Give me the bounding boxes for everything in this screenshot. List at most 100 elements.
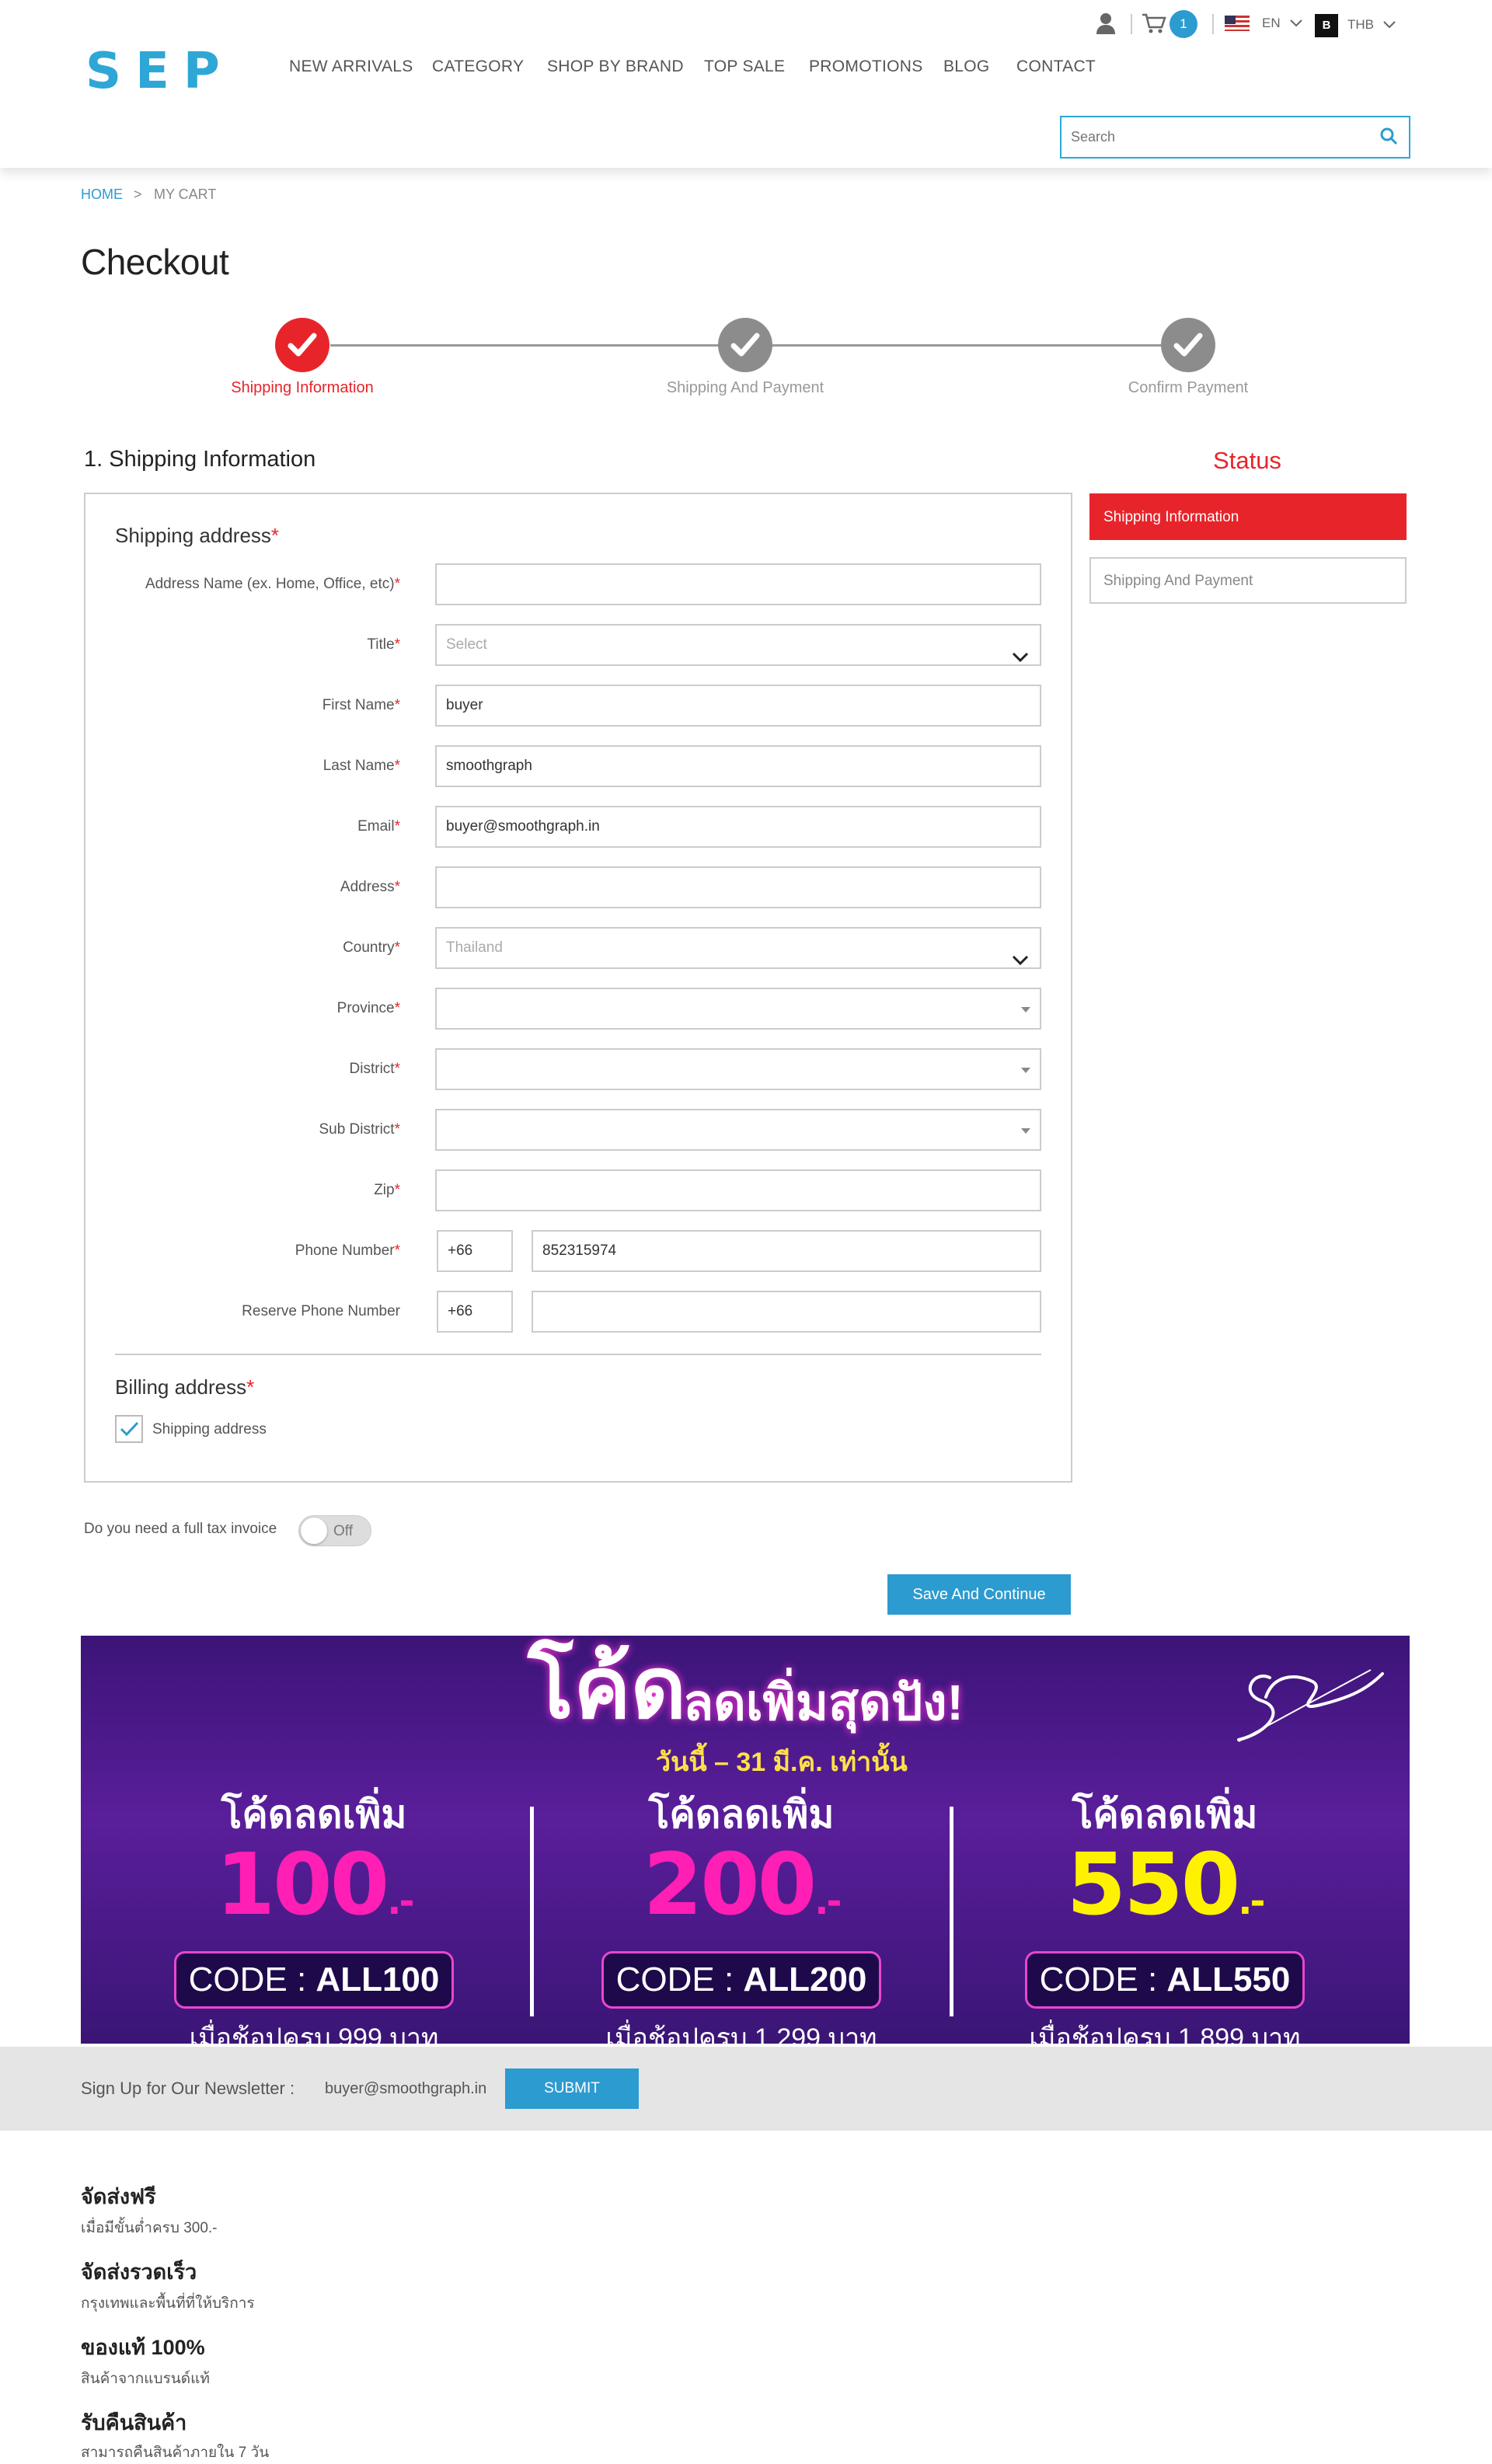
language-selector[interactable]: EN	[1262, 16, 1281, 31]
nav-promotions[interactable]: PROMOTIONS	[809, 58, 923, 76]
billing-address-heading: Billing address*	[115, 1375, 255, 1399]
reserve-phone-number-input[interactable]	[532, 1291, 1041, 1333]
user-icon[interactable]	[1096, 12, 1116, 38]
nav-new-arrivals[interactable]: NEW ARRIVALS	[289, 58, 413, 76]
newsletter-email-input[interactable]: buyer@smoothgraph.in	[325, 2080, 486, 2098]
address-name-input[interactable]	[435, 563, 1041, 605]
toggle-state: Off	[333, 1523, 353, 1539]
offer-200: โค้ดลดเพิ่ม 200.- CODE : ALL200 เมื่อช้อ…	[539, 1791, 943, 2044]
offer-title: โค้ดลดเพิ่ม	[1072, 1793, 1258, 1836]
offer-550: โค้ดลดเพิ่ม 550.- CODE : ALL550 เมื่อช้อ…	[963, 1791, 1367, 2044]
last-name-input[interactable]: smoothgraph	[435, 745, 1041, 787]
offer-amount: 200.-	[643, 1835, 842, 1934]
footer-text: สามารถคืนสินค้าภายใน 7 วัน	[81, 2445, 270, 2461]
search-icon[interactable]	[1379, 127, 1398, 149]
sub-district-label: Sub District*	[319, 1121, 400, 1138]
sabina-logo	[1223, 1654, 1386, 1748]
step-3-check-icon[interactable]	[1161, 318, 1215, 372]
email-input[interactable]: buyer@smoothgraph.in	[435, 806, 1041, 848]
billing-same-checkbox[interactable]	[115, 1415, 143, 1443]
caret-down-icon	[1021, 1068, 1030, 1073]
offer-code: CODE : ALL200	[601, 1951, 882, 2009]
search-input[interactable]	[1061, 117, 1357, 156]
caret-down-icon	[1021, 1007, 1030, 1012]
first-name-input[interactable]: buyer	[435, 685, 1041, 727]
site-header: SEP NEW ARRIVALS CATEGORY SHOP BY BRAND …	[0, 0, 1492, 168]
offer-condition: เมื่อช้อปครบ 999 บาท	[189, 2023, 439, 2044]
status-item-shipping-payment[interactable]: Shipping And Payment	[1089, 557, 1407, 604]
nav-blog[interactable]: BLOG	[943, 58, 990, 76]
currency-selector[interactable]: THB	[1347, 17, 1374, 33]
email-label: Email*	[357, 818, 400, 835]
banner-divider	[950, 1807, 953, 2016]
title-select[interactable]: Select	[435, 624, 1041, 666]
site-logo[interactable]: SEP	[85, 47, 234, 96]
footer-title-authentic: ของแท้ 100%	[81, 2336, 205, 2359]
offer-condition: เมื่อช้อปครบ 1,899 บาท	[1029, 2023, 1301, 2044]
step-3-label: Confirm Payment	[1128, 379, 1249, 396]
reserve-phone-label: Reserve Phone Number	[242, 1303, 400, 1319]
district-select[interactable]	[435, 1048, 1041, 1090]
divider	[1212, 14, 1214, 34]
last-name-label: Last Name*	[322, 758, 400, 774]
check-icon	[120, 1421, 139, 1437]
country-select[interactable]: Thailand	[435, 927, 1041, 969]
page-title: Checkout	[81, 242, 229, 282]
promo-banner[interactable]: โค้ด ลดเพิ่มสุดปัง! วันนี้ – 31 มี.ค. เท…	[81, 1636, 1410, 2044]
offer-amount: 550.-	[1066, 1835, 1266, 1934]
nav-shop-by-brand[interactable]: SHOP BY BRAND	[547, 58, 684, 76]
address-label: Address*	[340, 879, 400, 895]
divider	[1131, 14, 1132, 34]
tax-invoice-toggle[interactable]: Off	[298, 1515, 371, 1546]
step-2-check-icon[interactable]	[718, 318, 772, 372]
breadcrumb-home[interactable]: HOME	[81, 186, 123, 203]
phone-label: Phone Number*	[295, 1242, 400, 1259]
offer-code: CODE : ALL100	[173, 1951, 455, 2009]
us-flag-icon[interactable]	[1225, 16, 1250, 31]
nav-top-sale[interactable]: TOP SALE	[704, 58, 785, 76]
offer-100: โค้ดลดเพิ่ม 100.- CODE : ALL100 เมื่อช้อ…	[112, 1791, 516, 2044]
footer-title-returns: รับคืนสินค้า	[81, 2411, 187, 2434]
chevron-down-icon[interactable]	[1383, 19, 1396, 33]
cart-icon[interactable]	[1142, 12, 1166, 38]
address-input[interactable]	[435, 866, 1041, 908]
cart-count-badge[interactable]: 1	[1170, 10, 1197, 38]
reserve-phone-code-input[interactable]: +66	[437, 1291, 513, 1333]
chevron-down-icon[interactable]	[1290, 17, 1302, 31]
footer-text: กรุงเทพและพื้นที่ที่ให้บริการ	[81, 2295, 255, 2312]
newsletter-label: Sign Up for Our Newsletter :	[81, 2079, 295, 2098]
footer-text: สินค้าจากแบรนด์แท้	[81, 2371, 210, 2387]
newsletter-bar: Sign Up for Our Newsletter : buyer@smoot…	[0, 2047, 1492, 2131]
province-select[interactable]	[435, 988, 1041, 1030]
breadcrumb-separator: >	[134, 186, 142, 202]
tax-invoice-label: Do you need a full tax invoice	[84, 1521, 277, 1537]
newsletter-submit-button[interactable]: SUBMIT	[505, 2068, 639, 2109]
step-1-label: Shipping Information	[231, 379, 374, 396]
offer-title: โค้ดลดเพิ่ม	[221, 1793, 407, 1836]
footer-title-fast-shipping: จัดส่งรวดเร็ว	[81, 2260, 197, 2284]
offer-title: โค้ดลดเพิ่ม	[648, 1793, 835, 1836]
phone-code-input[interactable]: +66	[437, 1230, 513, 1272]
save-and-continue-button[interactable]: Save And Continue	[887, 1574, 1071, 1615]
chevron-down-icon	[1012, 640, 1029, 678]
caret-down-icon	[1021, 1128, 1030, 1134]
zip-input[interactable]	[435, 1169, 1041, 1211]
province-label: Province*	[336, 1000, 400, 1016]
sub-district-select[interactable]	[435, 1109, 1041, 1151]
nav-contact[interactable]: CONTACT	[1016, 58, 1096, 76]
currency-badge: B	[1315, 14, 1338, 37]
title-label: Title*	[367, 636, 400, 653]
step-connector	[330, 344, 719, 347]
footer-title-free-shipping: จัดส่งฟรี	[81, 2185, 156, 2208]
step-connector	[765, 344, 1162, 347]
banner-divider	[530, 1807, 534, 2016]
phone-number-input[interactable]: 852315974	[532, 1230, 1041, 1272]
status-item-shipping-info[interactable]: Shipping Information	[1089, 493, 1407, 540]
step-1-check-icon[interactable]	[275, 318, 329, 372]
status-title: Status	[1213, 447, 1281, 474]
divider	[115, 1354, 1041, 1355]
offer-condition: เมื่อช้อปครบ 1,299 บาท	[605, 2023, 877, 2044]
chevron-down-icon	[1012, 943, 1029, 981]
banner-subline: วันนี้ – 31 มี.ค. เท่านั้น	[656, 1748, 908, 1777]
nav-category[interactable]: CATEGORY	[432, 58, 524, 76]
